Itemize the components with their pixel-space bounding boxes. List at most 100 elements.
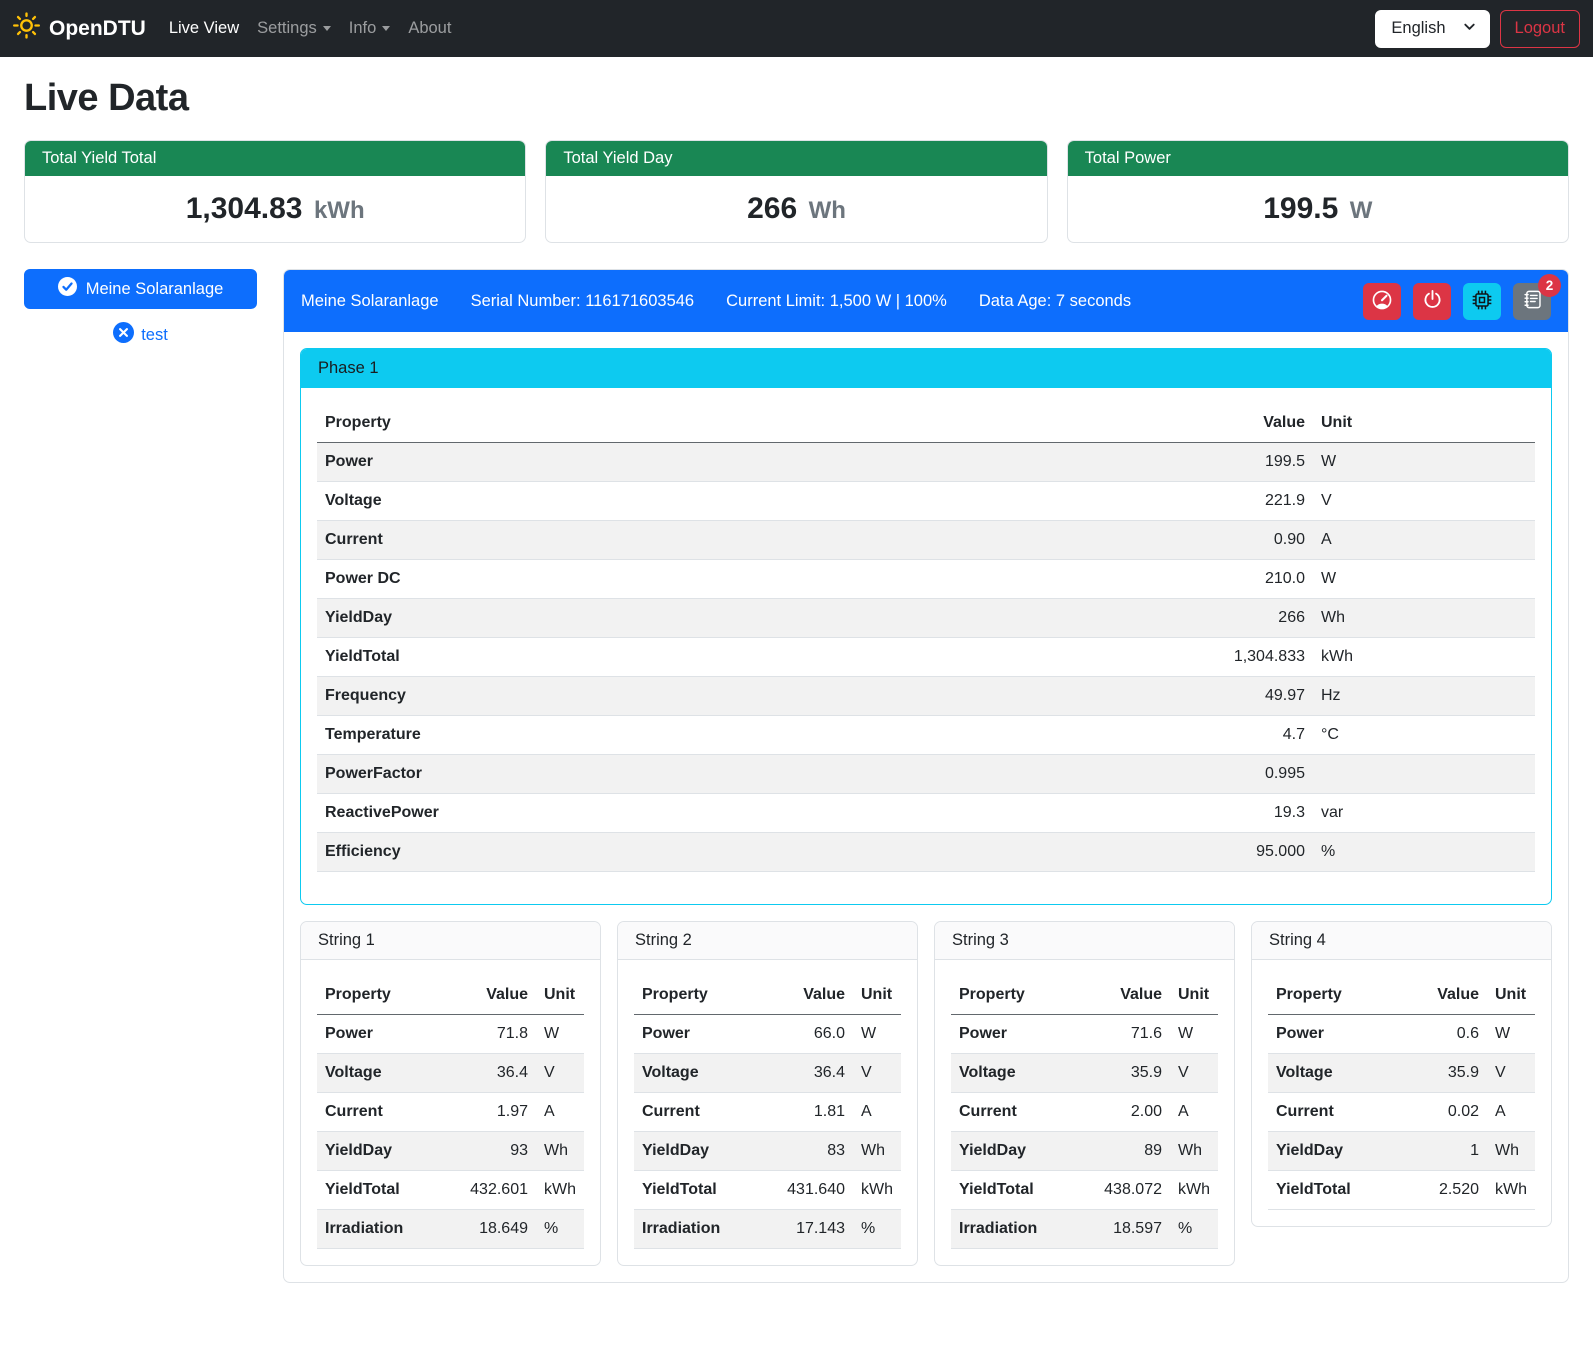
property-cell: PowerFactor — [317, 755, 913, 794]
chevron-down-icon — [1462, 19, 1477, 39]
string-2-table: Property Value Unit Power66.0WVoltage36.… — [634, 976, 901, 1249]
inverter-card-header: Meine Solaranlage Serial Number: 1161716… — [284, 270, 1568, 332]
unit-cell: % — [853, 1210, 901, 1249]
property-cell: Voltage — [951, 1054, 1080, 1093]
table-row: Irradiation18.649% — [317, 1210, 584, 1249]
string-title: String 3 — [935, 922, 1234, 960]
language-select[interactable]: English — [1375, 10, 1489, 48]
logout-button[interactable]: Logout — [1500, 10, 1580, 48]
property-cell: Power — [951, 1015, 1080, 1054]
unit-cell: % — [1170, 1210, 1218, 1249]
unit-cell: W — [1313, 560, 1535, 599]
cpu-icon — [1471, 289, 1493, 314]
table-row: Temperature4.7°C — [317, 716, 1535, 755]
x-circle-icon — [113, 322, 134, 348]
inverter-item-test[interactable]: test — [24, 322, 257, 348]
unit-cell: A — [853, 1093, 901, 1132]
string-3-card: String 3 Property Value Unit — [934, 921, 1235, 1266]
value-cell: 93 — [446, 1132, 536, 1171]
value-cell: 49.97 — [913, 677, 1313, 716]
card-title: Total Yield Total — [25, 141, 525, 176]
phase-title: Phase 1 — [301, 349, 1551, 388]
table-row: YieldDay1Wh — [1268, 1132, 1535, 1171]
language-value: English — [1391, 19, 1445, 38]
property-cell: Power — [1268, 1015, 1397, 1054]
table-row: YieldTotal2.520kWh — [1268, 1171, 1535, 1210]
unit-cell: kWh — [853, 1171, 901, 1210]
unit-cell: Wh — [1487, 1132, 1535, 1171]
event-log-button[interactable]: 2 — [1513, 283, 1551, 320]
table-row: YieldDay93Wh — [317, 1132, 584, 1171]
property-cell: YieldDay — [1268, 1132, 1397, 1171]
unit-cell: Wh — [853, 1132, 901, 1171]
property-cell: YieldDay — [317, 599, 913, 638]
table-row: Current0.02A — [1268, 1093, 1535, 1132]
value-cell: 17.143 — [763, 1210, 853, 1249]
table-row: Power DC210.0W — [317, 560, 1535, 599]
string-title: String 2 — [618, 922, 917, 960]
check-circle-icon — [58, 277, 77, 301]
string-title: String 4 — [1252, 922, 1551, 960]
inverter-name: Meine Solaranlage — [301, 292, 439, 311]
table-row: ReactivePower19.3var — [317, 794, 1535, 833]
sun-icon — [13, 12, 40, 45]
property-cell: Irradiation — [951, 1210, 1080, 1249]
property-cell: Voltage — [317, 1054, 446, 1093]
nav-item-info[interactable]: Info — [340, 11, 400, 46]
column-header-value: Value — [913, 404, 1313, 443]
power-button[interactable] — [1413, 283, 1451, 320]
value-cell: 2.520 — [1397, 1171, 1487, 1210]
string-1-card: String 1 Property Value Unit — [300, 921, 601, 1266]
unit-cell: W — [536, 1015, 584, 1054]
brand[interactable]: OpenDTU — [13, 12, 146, 45]
device-info-button[interactable] — [1463, 283, 1501, 320]
unit-cell: V — [1313, 482, 1535, 521]
total-power-card: Total Power 199.5 W — [1067, 140, 1569, 243]
nav-items: Live View Settings Info About — [160, 11, 461, 46]
inverter-selected-button[interactable]: Meine Solaranlage — [24, 269, 257, 309]
inverter-name-label: Meine Solaranlage — [86, 280, 224, 299]
inverter-name-label: test — [141, 326, 168, 345]
live-data-page: Live Data Total Yield Total 1,304.83 kWh… — [0, 57, 1593, 1295]
value-cell: 83 — [763, 1132, 853, 1171]
unit-cell: Wh — [1170, 1132, 1218, 1171]
event-count-badge: 2 — [1538, 274, 1561, 297]
unit-cell: A — [1487, 1093, 1535, 1132]
unit-cell: Wh — [536, 1132, 584, 1171]
string-title: String 1 — [301, 922, 600, 960]
property-cell: Voltage — [1268, 1054, 1397, 1093]
value-cell: 19.3 — [913, 794, 1313, 833]
property-cell: YieldTotal — [317, 638, 913, 677]
property-cell: Current — [951, 1093, 1080, 1132]
property-cell: YieldDay — [317, 1132, 446, 1171]
table-row: YieldDay266Wh — [317, 599, 1535, 638]
nav-item-live-view[interactable]: Live View — [160, 11, 248, 46]
page-title: Live Data — [24, 77, 1569, 120]
property-cell: Temperature — [317, 716, 913, 755]
table-row: PowerFactor0.995 — [317, 755, 1535, 794]
unit-cell: W — [853, 1015, 901, 1054]
unit-cell: A — [1313, 521, 1535, 560]
speedometer-icon — [1371, 289, 1393, 314]
limit-settings-button[interactable] — [1363, 283, 1401, 320]
inverter-card: Meine Solaranlage Serial Number: 1161716… — [283, 269, 1569, 1283]
unit-cell: V — [1487, 1054, 1535, 1093]
unit-cell: kWh — [536, 1171, 584, 1210]
card-unit: kWh — [314, 197, 365, 224]
string-1-table: Property Value Unit Power71.8WVoltage36.… — [317, 976, 584, 1249]
value-cell: 95.000 — [913, 833, 1313, 872]
unit-cell: kWh — [1313, 638, 1535, 677]
unit-cell: W — [1170, 1015, 1218, 1054]
nav-item-settings[interactable]: Settings — [248, 11, 340, 46]
table-row: Current1.97A — [317, 1093, 584, 1132]
inverter-actions: 2 — [1363, 283, 1551, 320]
column-header-unit: Unit — [1170, 976, 1218, 1015]
table-row: Current1.81A — [634, 1093, 901, 1132]
column-header-property: Property — [317, 404, 913, 443]
nav-item-about[interactable]: About — [399, 11, 460, 46]
table-row: Voltage221.9V — [317, 482, 1535, 521]
property-cell: Voltage — [634, 1054, 763, 1093]
property-cell: YieldTotal — [951, 1171, 1080, 1210]
phase-table: Property Value Unit Power199.5WVoltage22… — [317, 404, 1535, 872]
brand-label: OpenDTU — [49, 17, 146, 41]
